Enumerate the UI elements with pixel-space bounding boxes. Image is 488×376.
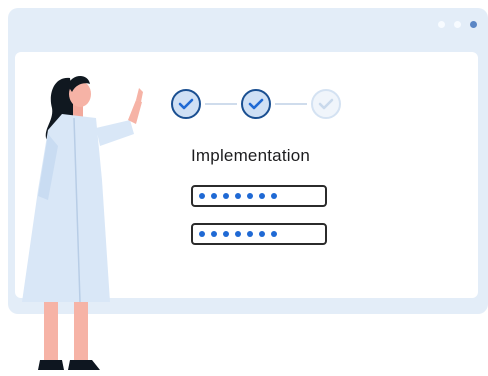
checkmark-icon — [248, 98, 264, 110]
password-mask-dot — [211, 231, 217, 237]
password-mask-dot — [247, 231, 253, 237]
password-mask-dot — [271, 231, 277, 237]
step-connector — [275, 103, 307, 105]
password-mask-dot — [211, 193, 217, 199]
window-dot[interactable] — [454, 21, 461, 28]
page-title: Implementation — [191, 146, 311, 165]
password-mask-dot — [247, 193, 253, 199]
step-3-pending — [311, 89, 341, 119]
password-mask-dot — [199, 231, 205, 237]
password-field[interactable] — [191, 185, 327, 207]
step-2-complete — [241, 89, 271, 119]
password-mask-dot — [223, 231, 229, 237]
password-mask-dot — [259, 193, 265, 199]
checkmark-icon — [178, 98, 194, 110]
password-mask-dot — [235, 193, 241, 199]
password-mask-dot — [199, 193, 205, 199]
password-mask-dot — [235, 231, 241, 237]
title-bar — [8, 8, 488, 40]
step-connector — [205, 103, 237, 105]
checkmark-icon — [318, 98, 334, 110]
password-field[interactable] — [191, 223, 327, 245]
window-dot[interactable] — [438, 21, 445, 28]
woman-pointing-illustration — [22, 75, 143, 370]
window-dot-active[interactable] — [470, 21, 477, 28]
step-1-complete — [171, 89, 201, 119]
password-mask-dot — [259, 231, 265, 237]
password-mask-dot — [223, 193, 229, 199]
password-mask-dot — [271, 193, 277, 199]
